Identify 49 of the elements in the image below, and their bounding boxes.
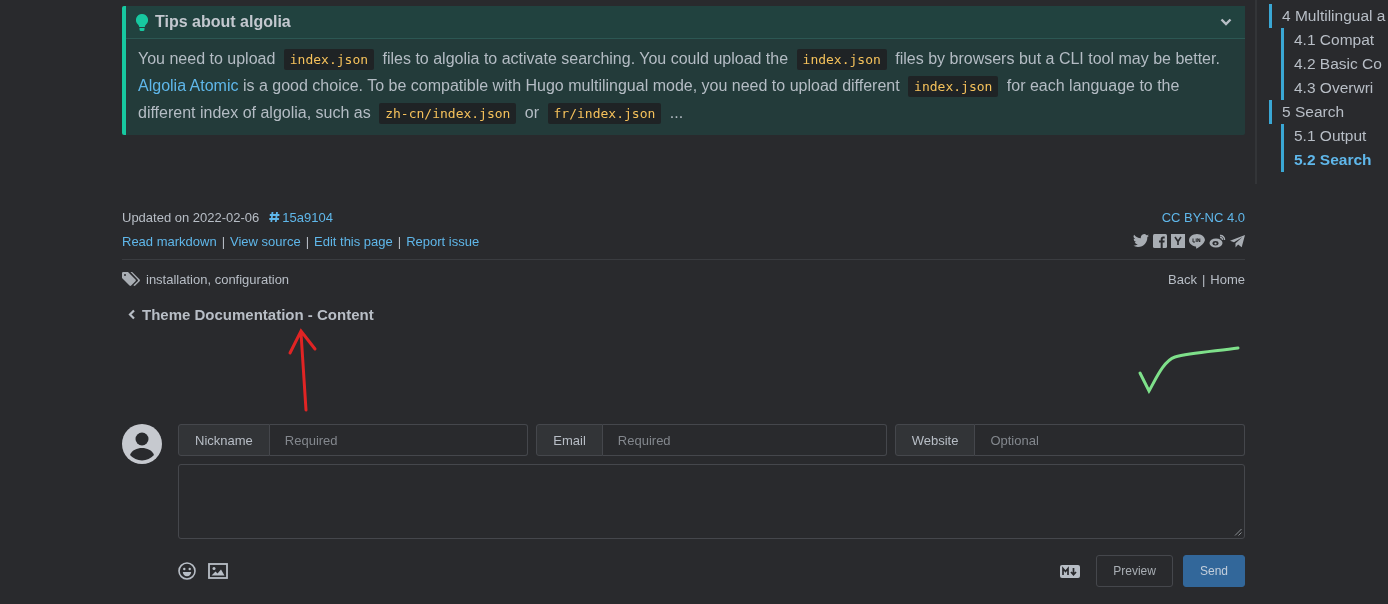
tag-list: installation, configuration: [146, 271, 290, 287]
post-link[interactable]: Report issue: [406, 233, 480, 249]
field-label: Email: [536, 424, 603, 456]
paper-plane-icon[interactable]: [1230, 234, 1245, 248]
lightbulb-icon: [136, 13, 148, 31]
previous-post-link[interactable]: Theme Documentation - Content: [128, 306, 374, 323]
admonition-text: You need to upload index.json files to algolia to activate searching. You could upload the index.json files by browsers but a CLI tool may be better. Algolia Atomic is a good choice. To be compatible with Hugo multilingual mode, you need to upload different index.json for each language to the different index of algolia, such as zh-cn/index.json or fr/index.json ...: [126, 39, 1245, 135]
algolia-atomic-link[interactable]: Algolia Atomic: [138, 77, 239, 94]
social-square-icon[interactable]: [1153, 234, 1167, 248]
bird-icon[interactable]: [1133, 234, 1149, 248]
admonition-title: Tips about algolia: [155, 13, 292, 31]
avatar-icon: [122, 424, 162, 464]
license-link[interactable]: CC BY-NC 4.0: [1161, 209, 1245, 225]
speech-bubble-icon[interactable]: [1189, 233, 1205, 249]
post-link[interactable]: Edit this page: [314, 233, 393, 249]
toc-item[interactable]: 5.2 Search: [1281, 148, 1386, 172]
post-link[interactable]: Read markdown: [122, 233, 217, 249]
toc-item[interactable]: 4.1 Compat: [1281, 28, 1386, 52]
markdown-icon: [1060, 564, 1081, 578]
separator: |: [1201, 271, 1206, 287]
field-label: Website: [894, 424, 976, 456]
nav-link[interactable]: Home: [1210, 271, 1245, 287]
admonition-header[interactable]: Tips about algolia: [126, 6, 1245, 39]
toc-item[interactable]: 5 Search: [1269, 100, 1386, 124]
commit-link[interactable]: 15a9104: [269, 209, 333, 225]
input-field[interactable]: Required: [269, 424, 529, 456]
separator: |: [397, 233, 402, 249]
hash-icon: [269, 211, 281, 223]
toc-item[interactable]: 4.2 Basic Co: [1281, 52, 1386, 76]
chevron-left-icon: [128, 309, 136, 320]
smiley-icon[interactable]: [178, 562, 196, 580]
nav-link[interactable]: Back: [1168, 271, 1197, 287]
eye-swirl-icon[interactable]: [1209, 234, 1226, 248]
form-button[interactable]: Send: [1182, 555, 1245, 587]
y-square-icon[interactable]: [1171, 234, 1185, 248]
input-field[interactable]: Optional: [975, 424, 1245, 456]
toc-item[interactable]: 4 Multilingual a: [1269, 4, 1386, 28]
input-field[interactable]: Required: [602, 424, 887, 456]
toc-item[interactable]: 5.1 Output: [1281, 124, 1386, 148]
resize-grip-icon[interactable]: [1234, 528, 1242, 536]
form-button[interactable]: Preview: [1096, 555, 1173, 587]
tags-icon: [122, 271, 142, 287]
field-label: Nickname: [178, 424, 270, 456]
image-icon[interactable]: [208, 563, 228, 579]
post-link[interactable]: View source: [230, 233, 301, 249]
separator: |: [221, 233, 226, 249]
toc-item[interactable]: 4.3 Overwri: [1281, 76, 1386, 100]
updated-date: Updated on 2022-02-06: [122, 209, 260, 225]
separator: |: [305, 233, 309, 249]
